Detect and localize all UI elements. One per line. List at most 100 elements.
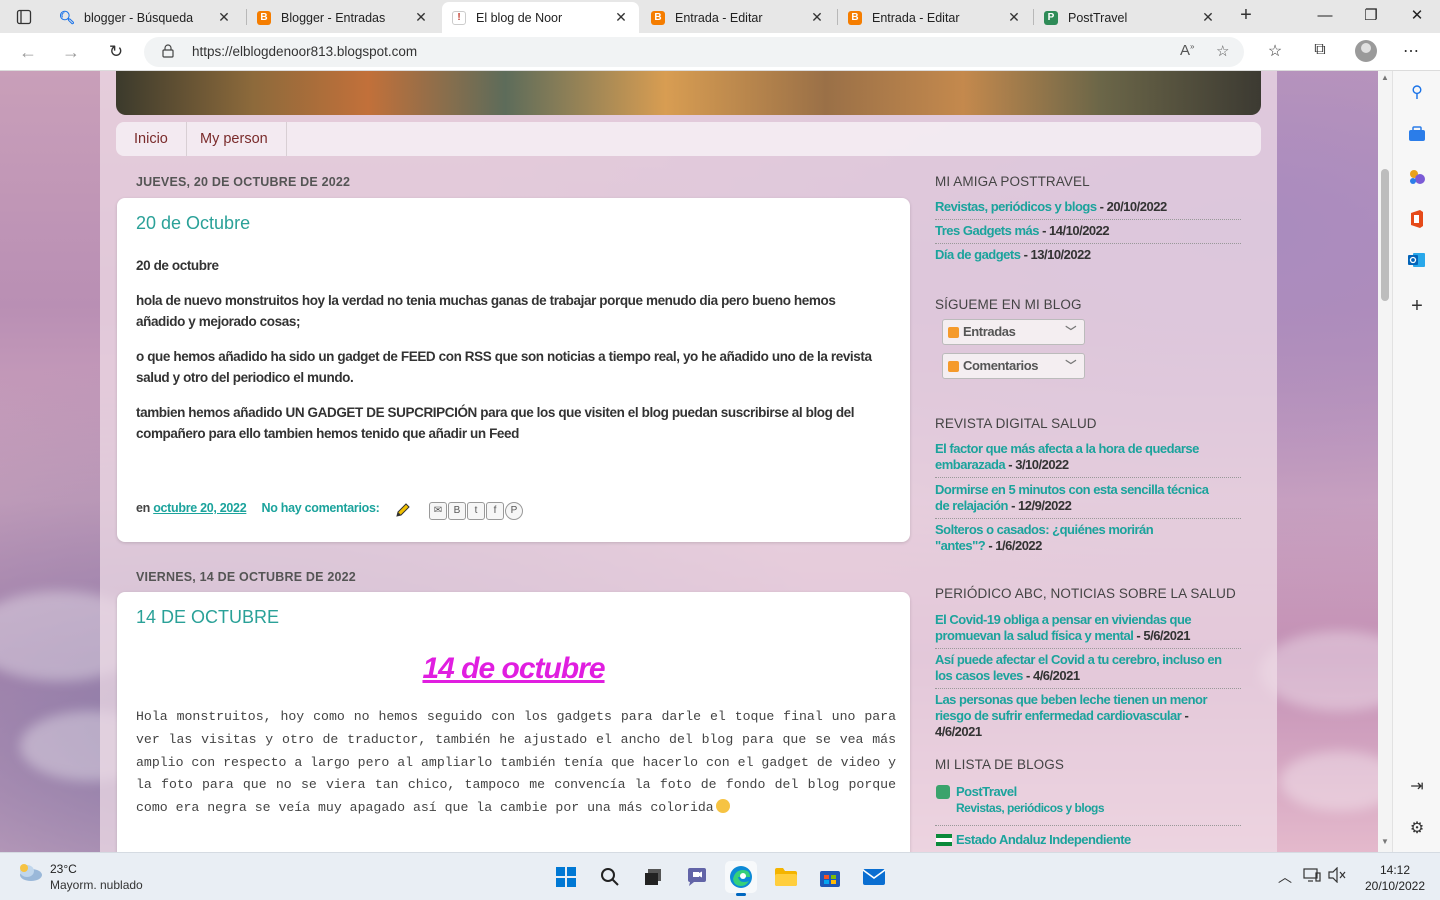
- blogger-icon: B: [257, 10, 271, 25]
- file-explorer-button[interactable]: [770, 861, 802, 893]
- close-tab-icon[interactable]: ✕: [1200, 9, 1216, 26]
- sidebar-heading: PERIÓDICO ABC, NOTICIAS SOBRE LA SALUD: [935, 586, 1236, 601]
- nav-tab-inicio[interactable]: Inicio: [116, 122, 187, 156]
- sidebar-heading: SÍGUEME EN MI BLOG: [935, 297, 1082, 312]
- feed-item-link[interactable]: Dormirse en 5 minutos con esta sencilla …: [935, 482, 1209, 513]
- settings-more-icon[interactable]: ⋯: [1399, 41, 1423, 63]
- refresh-button[interactable]: ↻: [103, 40, 129, 64]
- chevron-down-icon: ﹀: [1065, 326, 1076, 338]
- feed-item-link[interactable]: Revistas, periódicos y blogs: [935, 199, 1097, 214]
- add-sidebar-app-icon[interactable]: +: [1407, 296, 1427, 316]
- page-viewport: Inicio My person JUEVES, 20 DE OCTUBRE D…: [0, 71, 1378, 852]
- tab-blogger-entradas[interactable]: B Blogger - Entradas ✕: [247, 2, 439, 33]
- office-icon[interactable]: [1407, 210, 1427, 230]
- scroll-down-icon[interactable]: ▼: [1378, 837, 1392, 846]
- feed-item-link[interactable]: Tres Gadgets más: [935, 223, 1040, 238]
- feed-item-date: - 12/9/2022: [1007, 498, 1072, 513]
- hide-sidebar-icon[interactable]: ⇥: [1407, 777, 1427, 797]
- scrollbar-thumb[interactable]: [1381, 169, 1389, 301]
- feed-item-link[interactable]: Solteros o casados: ¿quiénes morirán "an…: [935, 522, 1154, 553]
- close-tab-icon[interactable]: ✕: [613, 9, 629, 26]
- add-favorite-icon[interactable]: ☆: [1216, 42, 1229, 60]
- minimize-button[interactable]: —: [1302, 4, 1348, 28]
- nav-tab-my-person[interactable]: My person: [182, 122, 287, 156]
- close-tab-icon[interactable]: ✕: [413, 9, 429, 26]
- bloglist-latest-post[interactable]: Revistas, periódicos y blogs: [956, 800, 1236, 816]
- close-window-button[interactable]: ✕: [1394, 4, 1440, 28]
- post-timestamp-link[interactable]: octubre 20, 2022: [153, 501, 246, 515]
- favorites-icon[interactable]: ☆: [1263, 41, 1287, 63]
- url-text[interactable]: https://elblogdenoor813.blogspot.com: [192, 44, 417, 59]
- restore-button[interactable]: ❐: [1348, 4, 1394, 28]
- facebook-share-icon[interactable]: f: [486, 502, 504, 520]
- tab-blogger-search[interactable]: 🔍︎ blogger - Búsqueda ✕: [50, 2, 242, 33]
- profile-avatar[interactable]: [1355, 40, 1377, 62]
- pinterest-share-icon[interactable]: P: [505, 502, 523, 520]
- lock-icon[interactable]: [162, 44, 174, 61]
- network-icon[interactable]: [1303, 867, 1321, 886]
- subscribe-label: Comentarios: [963, 358, 1039, 373]
- edge-taskbar-button[interactable]: [725, 861, 757, 896]
- scroll-up-icon[interactable]: ▲: [1378, 73, 1392, 82]
- tab-title: blogger - Búsqueda: [84, 10, 194, 25]
- search-taskbar-button[interactable]: [594, 861, 626, 893]
- weather-condition: Mayorm. nublado: [50, 878, 143, 892]
- tab-entrada-editar-2[interactable]: B Entrada - Editar ✕: [838, 2, 1032, 33]
- teams-chat-button[interactable]: [681, 861, 713, 893]
- close-tab-icon[interactable]: ✕: [216, 9, 232, 26]
- close-tab-icon[interactable]: ✕: [1006, 9, 1022, 26]
- tab-title: PostTravel: [1068, 10, 1128, 25]
- taskbar-clock[interactable]: 14:12 20/10/2022: [1355, 862, 1435, 894]
- mail-button[interactable]: [858, 861, 890, 893]
- bloglist-item: PostTravel Revistas, periódicos y blogs: [956, 784, 1236, 816]
- volume-muted-icon[interactable]: [1328, 866, 1346, 886]
- sidebar-heading: MI AMIGA POSTTRAVEL: [935, 174, 1090, 189]
- new-tab-button[interactable]: +: [1234, 5, 1258, 27]
- start-button[interactable]: [550, 861, 582, 893]
- close-tab-icon[interactable]: ✕: [809, 9, 825, 26]
- blog-page-tabs: Inicio My person: [116, 122, 1261, 156]
- shopping-icon[interactable]: [1407, 126, 1427, 146]
- tab-actions-menu-button[interactable]: [8, 5, 40, 29]
- blogger-icon: B: [651, 10, 665, 25]
- task-view-button[interactable]: [637, 861, 669, 893]
- back-button[interactable]: ←: [15, 40, 41, 64]
- twitter-share-icon[interactable]: t: [467, 502, 485, 520]
- feed-item: Así puede afectar el Covid a tu cerebro,…: [935, 652, 1235, 684]
- read-aloud-icon[interactable]: A»: [1180, 42, 1194, 59]
- feed-item: El Covid-19 obliga a pensar en viviendas…: [935, 612, 1205, 644]
- tab-el-blog-de-noor[interactable]: ! El blog de Noor ✕: [442, 2, 639, 33]
- edit-pencil-icon[interactable]: [395, 502, 411, 521]
- page-scrollbar[interactable]: ▲ ▼: [1378, 71, 1392, 852]
- collections-icon[interactable]: ⧉: [1308, 41, 1332, 63]
- weather-temp: 23°C: [50, 862, 77, 876]
- post-body-text: Hola monstruitos, hoy como no hemos segu…: [136, 706, 896, 820]
- clock-time: 14:12: [1379, 863, 1411, 877]
- post-title[interactable]: 20 de Octubre: [136, 213, 250, 234]
- tab-entrada-editar-1[interactable]: B Entrada - Editar ✕: [641, 2, 835, 33]
- blogthis-share-icon[interactable]: B: [448, 502, 466, 520]
- bloglist-link[interactable]: Estado Andaluz Independiente: [956, 832, 1236, 848]
- outlook-icon[interactable]: [1407, 252, 1427, 272]
- tools-icon[interactable]: [1407, 168, 1427, 188]
- post-title[interactable]: 14 DE OCTUBRE: [136, 607, 279, 628]
- sidebar-heading: REVISTA DIGITAL SALUD: [935, 416, 1097, 431]
- microsoft-store-button[interactable]: [814, 861, 846, 893]
- feed-item-link[interactable]: Día de gadgets: [935, 247, 1021, 262]
- forward-button[interactable]: →: [58, 40, 84, 64]
- search-icon[interactable]: ⚲: [1407, 83, 1427, 103]
- bloglist-link[interactable]: PostTravel: [956, 784, 1236, 800]
- email-share-icon[interactable]: ✉: [429, 502, 447, 520]
- show-hidden-icons-icon[interactable]: ︿: [1278, 867, 1292, 887]
- weather-widget[interactable]: 23°C Mayorm. nublado: [16, 861, 143, 892]
- address-bar[interactable]: https://elblogdenoor813.blogspot.com A» …: [144, 37, 1244, 67]
- posttravel-icon: P: [1044, 10, 1058, 25]
- gear-icon[interactable]: ⚙: [1407, 819, 1427, 839]
- subscribe-comentarios-dropdown[interactable]: Comentarios ﹀: [942, 353, 1085, 379]
- feed-item: Dormirse en 5 minutos con esta sencilla …: [935, 482, 1225, 514]
- feed-item: Solteros o casados: ¿quiénes morirán "an…: [935, 522, 1155, 554]
- subscribe-entradas-dropdown[interactable]: Entradas ﹀: [942, 319, 1085, 345]
- comments-link[interactable]: No hay comentarios:: [262, 501, 380, 515]
- feed-item-link[interactable]: Las personas que beben leche tienen un m…: [935, 692, 1208, 723]
- tab-posttravel[interactable]: P PostTravel ✕: [1034, 2, 1226, 33]
